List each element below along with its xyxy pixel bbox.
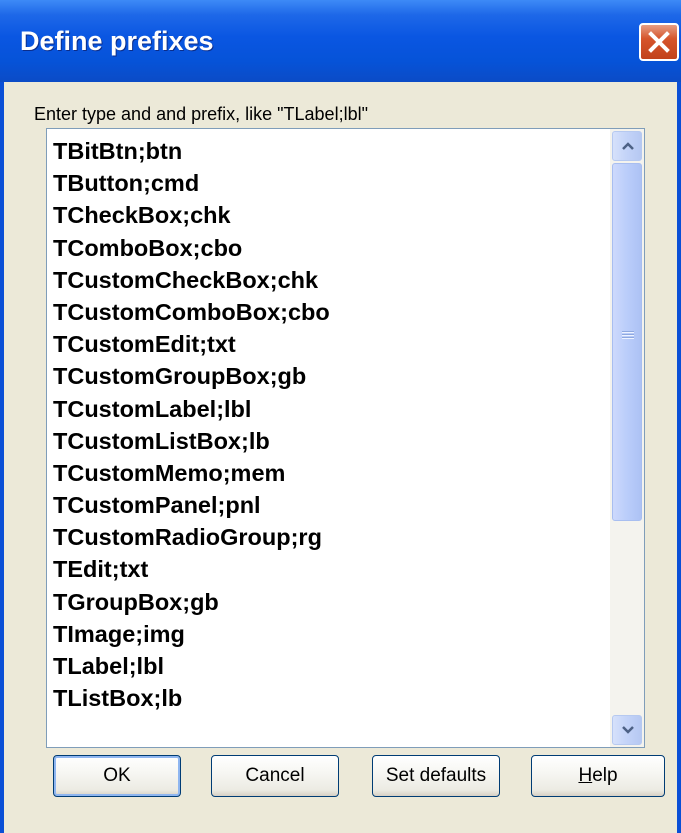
prefix-list-item[interactable]: TCustomGroupBox;gb [53,360,603,392]
cancel-button[interactable]: Cancel [211,755,339,797]
help-button[interactable]: Help [531,755,665,797]
scroll-up-button[interactable] [612,131,642,161]
set-defaults-button[interactable]: Set defaults [372,755,500,797]
scroll-down-button[interactable] [612,715,642,745]
prefix-list-item[interactable]: TListBox;lb [53,682,603,714]
instruction-label: Enter type and and prefix, like "TLabel;… [34,104,368,124]
prefix-list-item[interactable]: TImage;img [53,618,603,650]
prefix-list-item[interactable]: TComboBox;cbo [53,232,603,264]
window-title: Define prefixes [20,26,214,56]
close-icon [648,31,670,53]
prefix-list-item[interactable]: TButton;cmd [53,167,603,199]
chevron-down-icon [622,726,634,734]
dialog-body: Enter type and and prefix, like "TLabel;… [4,82,677,833]
prefix-list-item[interactable]: TCustomListBox;lb [53,425,603,457]
prefix-list-item[interactable]: TCheckBox;chk [53,199,603,231]
close-button[interactable] [639,23,679,61]
prefix-list-item[interactable]: TLabel;lbl [53,650,603,682]
vertical-scrollbar[interactable] [610,129,644,747]
grip-icon [622,331,634,341]
prefix-list-editor[interactable]: TBitBtn;btn TButton;cmd TCheckBox;chk TComb… [46,128,645,748]
prefix-list-item[interactable]: TCustomCheckBox;chk [53,264,603,296]
help-hotkey: H [578,765,593,786]
prefix-list-item[interactable]: TCustomMemo;mem [53,457,603,489]
help-label-rest: elp [592,765,618,786]
define-prefixes-dialog: Define prefixes Enter type and and prefi… [0,0,681,833]
prefix-list-item[interactable]: TEdit;txt [53,553,603,585]
ok-button[interactable]: OK [53,755,181,797]
prefix-list-item[interactable]: TCustomComboBox;cbo [53,296,603,328]
chevron-up-icon [622,142,634,150]
prefix-list: TBitBtn;btn TButton;cmd TCheckBox;chk TComb… [53,135,603,714]
prefix-list-item[interactable]: TCustomRadioGroup;rg [53,521,603,553]
prefix-list-item[interactable]: TBitBtn;btn [53,135,603,167]
prefix-list-item[interactable]: TCustomLabel;lbl [53,393,603,425]
prefix-list-item[interactable]: TGroupBox;gb [53,586,603,618]
scrollbar-thumb[interactable] [612,163,642,521]
prefix-list-item[interactable]: TCustomPanel;pnl [53,489,603,521]
title-bar[interactable]: Define prefixes [0,0,681,82]
prefix-list-item[interactable]: TCustomEdit;txt [53,328,603,360]
